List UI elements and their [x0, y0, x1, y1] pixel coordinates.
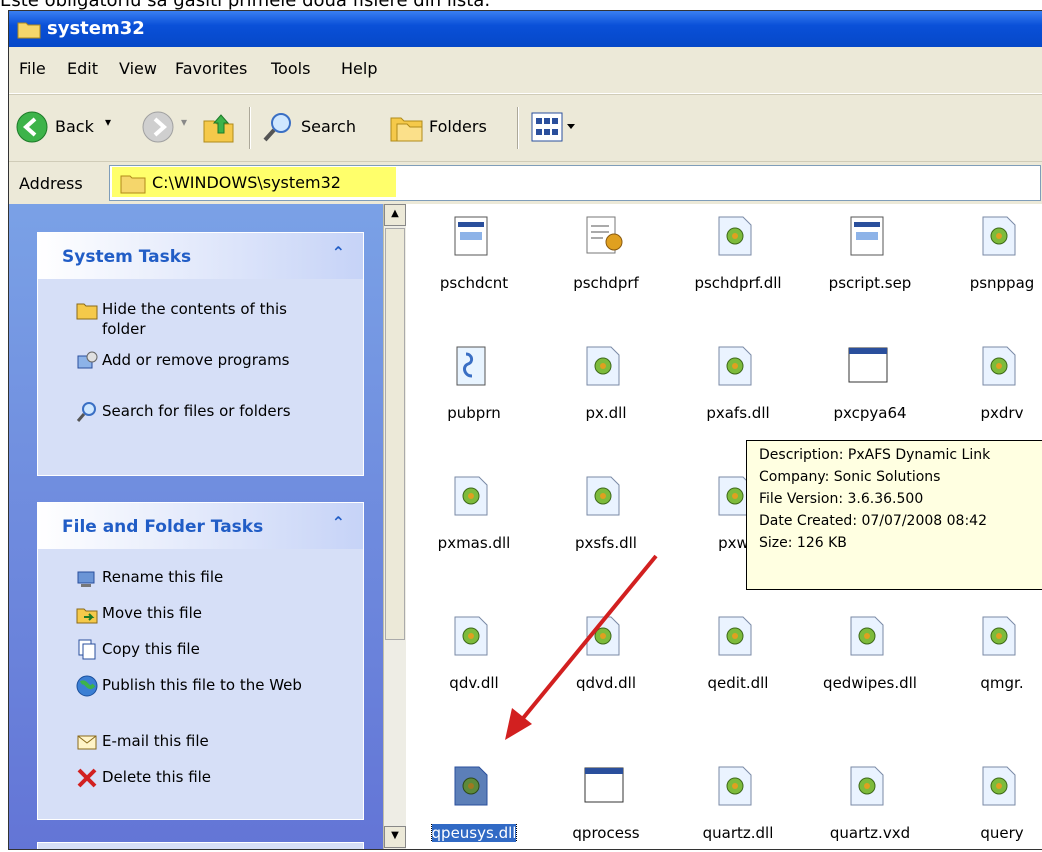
task-delete-file[interactable]: Delete this file [102, 767, 332, 787]
system-tasks-panel: System Tasks ⌃ Hide the contents of this… [37, 232, 364, 476]
menu-favorites[interactable]: Favorites [175, 59, 247, 78]
dll-gear-icon [980, 344, 1020, 388]
file-tasks-title: File and Folder Tasks [62, 517, 264, 537]
caption-text: Este obligatoriu sa gasiti primele doua … [0, 0, 491, 11]
tooltip-size: Size: 126 KB [759, 535, 847, 551]
menu-tools[interactable]: Tools [271, 59, 310, 78]
script-file-icon [452, 344, 492, 388]
scroll-down-button[interactable]: ▼ [384, 826, 406, 848]
dll-gear-icon [716, 764, 756, 808]
folder-icon [17, 19, 41, 39]
folder-icon [76, 299, 98, 321]
task-add-remove-programs[interactable]: Add or remove programs [102, 350, 332, 370]
up-folder-icon[interactable] [201, 109, 237, 145]
address-field[interactable]: C:\WINDOWS\system32 [109, 165, 1041, 201]
task-move-file[interactable]: Move this file [102, 603, 332, 623]
search-button[interactable]: Search [301, 117, 356, 136]
rename-icon [76, 567, 98, 589]
details-panel [37, 842, 364, 849]
back-arrow-icon[interactable] [15, 110, 49, 144]
scroll-up-button[interactable]: ▲ [384, 204, 406, 226]
dll-gear-icon [980, 764, 1020, 808]
menu-file[interactable]: File [19, 59, 46, 78]
file-info-tooltip: Description: PxAFS Dynamic Link Company:… [746, 440, 1042, 590]
scroll-thumb[interactable] [385, 228, 405, 640]
dll-gear-icon [848, 764, 888, 808]
text-file-icon [848, 214, 888, 258]
task-pane: System Tasks ⌃ Hide the contents of this… [9, 204, 383, 849]
folder-icon [120, 172, 146, 194]
dll-gear-icon [848, 614, 888, 658]
menu-help[interactable]: Help [341, 59, 377, 78]
tooltip-description: Description: PxAFS Dynamic Link [759, 447, 991, 463]
file-tasks-header[interactable]: File and Folder Tasks ⌃ [38, 503, 363, 549]
dll-gear-icon [452, 614, 492, 658]
delete-icon [76, 767, 98, 789]
tooltip-date-created: Date Created: 07/07/2008 08:42 [759, 513, 987, 529]
menu-view[interactable]: View [119, 59, 157, 78]
dll-gear-icon [452, 474, 492, 518]
dll-gear-icon [716, 214, 756, 258]
forward-dropdown-icon[interactable]: ▾ [181, 115, 187, 129]
views-icon[interactable] [531, 112, 579, 142]
selected-file-label: qpeusys.dll [430, 824, 518, 842]
task-email-file[interactable]: E-mail this file [102, 731, 332, 751]
address-bar: Address C:\WINDOWS\system32 [9, 161, 1042, 205]
system-tasks-header[interactable]: System Tasks ⌃ [38, 233, 363, 279]
copy-icon [76, 639, 98, 661]
settings-file-icon [584, 214, 624, 258]
email-icon [76, 731, 98, 753]
text-file-icon [452, 214, 492, 258]
collapse-chevron-icon[interactable]: ⌃ [332, 513, 345, 532]
move-icon [76, 603, 98, 625]
task-rename-file[interactable]: Rename this file [102, 567, 332, 587]
task-copy-file[interactable]: Copy this file [102, 639, 332, 659]
folders-icon[interactable] [389, 110, 425, 144]
dll-gear-icon [716, 344, 756, 388]
add-remove-icon [76, 350, 98, 372]
task-search-files[interactable]: Search for files or folders [102, 401, 332, 421]
dll-gear-icon [584, 474, 624, 518]
dll-gear-icon [584, 614, 624, 658]
menu-edit[interactable]: Edit [67, 59, 98, 78]
tooltip-company: Company: Sonic Solutions [759, 469, 941, 485]
search-icon[interactable] [261, 110, 295, 144]
application-window-icon [848, 344, 888, 388]
menu-bar: File Edit View Favorites Tools Help [9, 47, 1042, 94]
vertical-scrollbar[interactable]: ▲ ▼ [383, 204, 406, 849]
dll-gear-icon [584, 344, 624, 388]
explorer-window: system32 File Edit View Favorites Tools … [8, 10, 1042, 850]
toolbar: Back ▾ ▾ Search Folders [9, 94, 1042, 161]
dll-gear-icon [716, 614, 756, 658]
system-tasks-title: System Tasks [62, 247, 192, 267]
collapse-chevron-icon[interactable]: ⌃ [332, 243, 345, 262]
folders-button[interactable]: Folders [429, 117, 487, 136]
forward-arrow-icon[interactable] [141, 110, 175, 144]
dll-gear-icon [980, 614, 1020, 658]
title-bar[interactable]: system32 [9, 11, 1042, 47]
address-value[interactable]: C:\WINDOWS\system32 [152, 173, 341, 192]
back-dropdown-icon[interactable]: ▾ [105, 115, 111, 129]
address-label: Address [19, 174, 83, 193]
task-hide-contents[interactable]: Hide the contents of this folder [102, 299, 332, 339]
application-window-icon [584, 764, 624, 808]
file-folder-tasks-panel: File and Folder Tasks ⌃ Rename this file… [37, 502, 364, 820]
globe-icon [76, 675, 98, 697]
search-icon [76, 401, 98, 423]
tooltip-file-version: File Version: 3.6.36.500 [759, 491, 924, 507]
back-button[interactable]: Back [55, 117, 94, 136]
dll-gear-icon [452, 764, 492, 808]
dll-gear-icon [980, 214, 1020, 258]
window-title: system32 [47, 18, 145, 39]
task-publish-web[interactable]: Publish this file to the Web [102, 675, 332, 695]
